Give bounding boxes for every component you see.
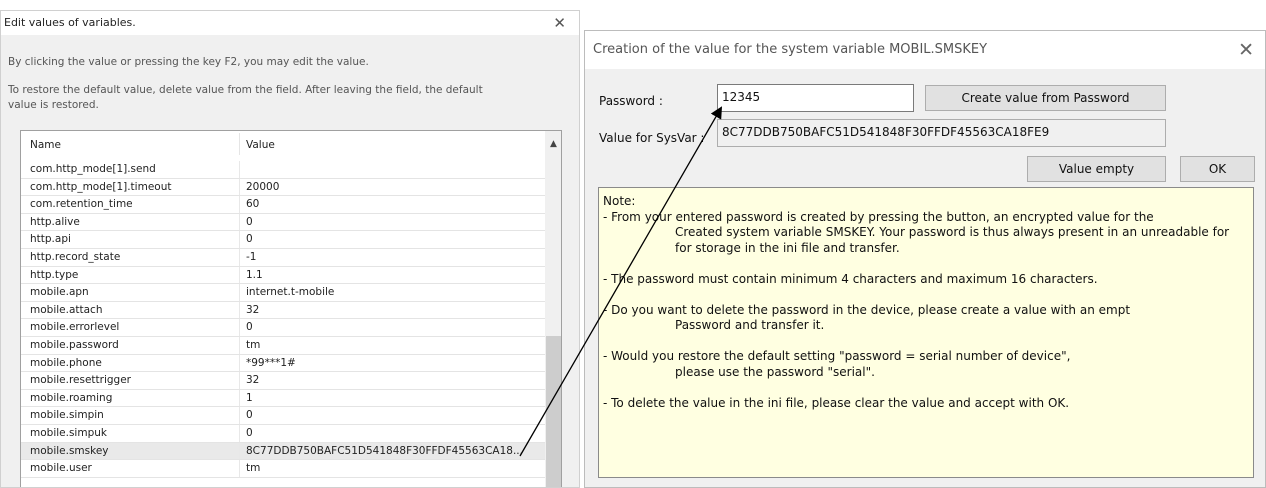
- arrow-line: [519, 106, 723, 457]
- annotation-arrow: [519, 106, 723, 457]
